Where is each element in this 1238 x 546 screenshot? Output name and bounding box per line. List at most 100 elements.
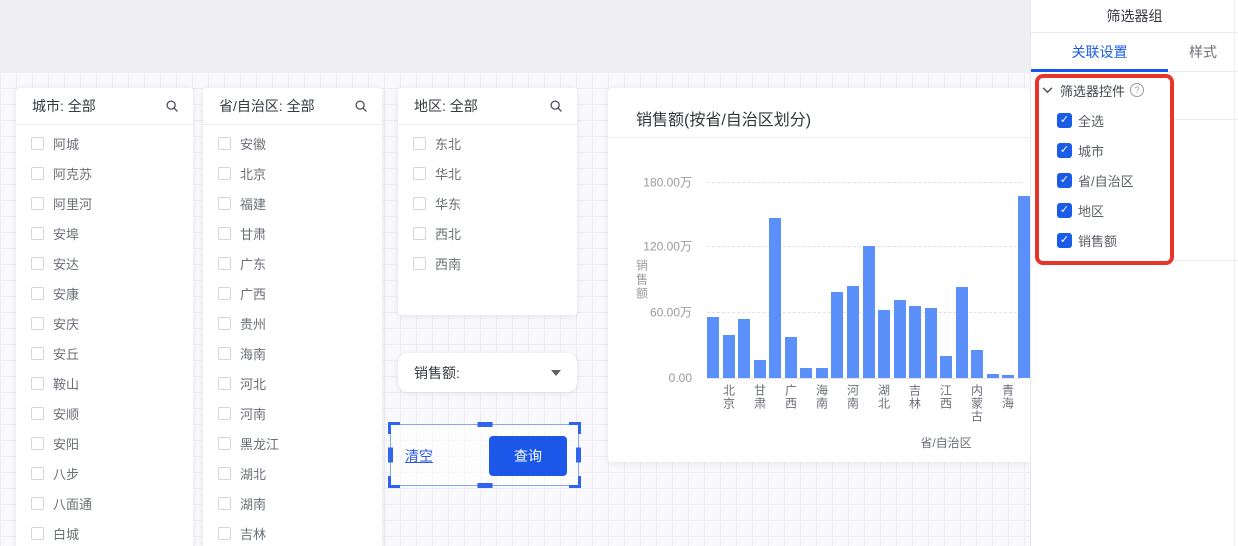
filter-option[interactable]: 阿克苏	[16, 158, 193, 188]
filter-option[interactable]: 白城	[16, 518, 193, 546]
selection-handle[interactable]	[477, 483, 492, 488]
bar-海南[interactable]	[816, 368, 828, 378]
checkbox-unchecked[interactable]	[218, 527, 231, 540]
checkbox-unchecked[interactable]	[218, 407, 231, 420]
checkbox-unchecked[interactable]	[413, 257, 426, 270]
search-icon[interactable]	[165, 99, 179, 113]
bar-江西[interactable]	[940, 356, 952, 378]
bar-辽宁[interactable]	[956, 287, 968, 378]
checkbox-unchecked[interactable]	[31, 167, 44, 180]
checkbox-unchecked[interactable]	[218, 437, 231, 450]
filter-option[interactable]: 广西	[203, 278, 382, 308]
filter-option[interactable]: 八步	[16, 458, 193, 488]
filter-option[interactable]: 东北	[398, 128, 577, 158]
sales-chart-card[interactable]: 销售额(按省/自治区划分) 销售额 省/自治区 180.00万120.00万60…	[608, 88, 1030, 462]
selection-handle[interactable]	[477, 422, 492, 427]
filter-option[interactable]: 贵州	[203, 308, 382, 338]
filter-option[interactable]: 广东	[203, 248, 382, 278]
bar-湖南[interactable]	[894, 300, 906, 378]
clear-button[interactable]: 清空	[405, 425, 433, 487]
bar-黑龙江[interactable]	[863, 246, 875, 378]
checkbox-checked[interactable]: ✓	[1057, 113, 1072, 128]
filter-option[interactable]: 湖南	[203, 488, 382, 518]
checkbox-unchecked[interactable]	[413, 137, 426, 150]
checkbox-unchecked[interactable]	[31, 347, 44, 360]
selection-handle[interactable]	[569, 422, 581, 434]
filter-control-option[interactable]: ✓全选	[1031, 105, 1238, 135]
filter-option[interactable]: 西南	[398, 248, 577, 278]
checkbox-unchecked[interactable]	[218, 377, 231, 390]
filter-option[interactable]: 鞍山	[16, 368, 193, 398]
checkbox-unchecked[interactable]	[413, 227, 426, 240]
filter-option[interactable]: 河北	[203, 368, 382, 398]
filter-option[interactable]: 安康	[16, 278, 193, 308]
bar-福建[interactable]	[738, 319, 750, 378]
bar-河南[interactable]	[847, 286, 859, 378]
filter-option[interactable]: 北京	[203, 158, 382, 188]
selection-handle[interactable]	[569, 476, 581, 488]
checkbox-unchecked[interactable]	[413, 197, 426, 210]
filter-controls-section-header[interactable]: 筛选器控件 ?	[1031, 75, 1238, 105]
chevron-down-icon[interactable]	[1042, 87, 1053, 94]
tab-association-settings[interactable]: 关联设置	[1031, 33, 1168, 72]
checkbox-unchecked[interactable]	[31, 287, 44, 300]
filter-option[interactable]: 阿里河	[16, 188, 193, 218]
bar-湖北[interactable]	[878, 310, 890, 378]
checkbox-unchecked[interactable]	[31, 467, 44, 480]
filter-option[interactable]: 安徽	[203, 128, 382, 158]
bar-广西[interactable]	[785, 337, 797, 378]
filter-control-option[interactable]: ✓地区	[1031, 195, 1238, 225]
checkbox-unchecked[interactable]	[218, 467, 231, 480]
query-button[interactable]: 查询	[489, 436, 567, 476]
filter-option[interactable]: 安阳	[16, 428, 193, 458]
query-button-group-selection[interactable]: 清空 查询	[390, 424, 579, 486]
scrollbar-track[interactable]	[1234, 0, 1235, 546]
filter-option[interactable]: 吉林	[203, 518, 382, 546]
filter-control-option[interactable]: ✓销售额	[1031, 225, 1238, 255]
selection-handle[interactable]	[388, 422, 400, 434]
filter-option[interactable]: 海南	[203, 338, 382, 368]
bar-青海[interactable]	[1002, 375, 1014, 378]
tab-style[interactable]: 样式	[1168, 33, 1238, 72]
checkbox-unchecked[interactable]	[31, 137, 44, 150]
checkbox-unchecked[interactable]	[31, 437, 44, 450]
checkbox-unchecked[interactable]	[218, 167, 231, 180]
search-icon[interactable]	[354, 99, 368, 113]
checkbox-unchecked[interactable]	[218, 197, 231, 210]
checkbox-checked[interactable]: ✓	[1057, 143, 1072, 158]
bar-贵州[interactable]	[800, 368, 812, 378]
checkbox-unchecked[interactable]	[218, 317, 231, 330]
checkbox-unchecked[interactable]	[218, 227, 231, 240]
checkbox-checked[interactable]: ✓	[1057, 233, 1072, 248]
filter-option[interactable]: 湖北	[203, 458, 382, 488]
checkbox-unchecked[interactable]	[31, 317, 44, 330]
checkbox-checked[interactable]: ✓	[1057, 173, 1072, 188]
bar-山东[interactable]	[1018, 196, 1030, 378]
filter-option[interactable]: 安庆	[16, 308, 193, 338]
checkbox-unchecked[interactable]	[31, 377, 44, 390]
filter-control-option[interactable]: ✓省/自治区	[1031, 165, 1238, 195]
filter-option[interactable]: 华北	[398, 158, 577, 188]
filter-option[interactable]: 黑龙江	[203, 428, 382, 458]
bar-北京[interactable]	[723, 335, 735, 378]
checkbox-unchecked[interactable]	[413, 167, 426, 180]
checkbox-unchecked[interactable]	[218, 137, 231, 150]
filter-option[interactable]: 福建	[203, 188, 382, 218]
filter-option[interactable]: 安埠	[16, 218, 193, 248]
filter-option[interactable]: 河南	[203, 398, 382, 428]
filter-control-option[interactable]: ✓城市	[1031, 135, 1238, 165]
bar-甘肃[interactable]	[754, 360, 766, 378]
selection-handle[interactable]	[388, 476, 400, 488]
checkbox-unchecked[interactable]	[218, 347, 231, 360]
selection-handle[interactable]	[576, 448, 581, 463]
checkbox-unchecked[interactable]	[218, 497, 231, 510]
bar-广东[interactable]	[769, 218, 781, 378]
measure-dropdown[interactable]: 销售额:	[398, 353, 577, 392]
filter-option[interactable]: 甘肃	[203, 218, 382, 248]
bar-吉林[interactable]	[909, 306, 921, 378]
bar-内蒙古[interactable]	[971, 350, 983, 378]
filter-option[interactable]: 华东	[398, 188, 577, 218]
filter-option[interactable]: 西北	[398, 218, 577, 248]
checkbox-checked[interactable]: ✓	[1057, 203, 1072, 218]
filter-option[interactable]: 安顺	[16, 398, 193, 428]
